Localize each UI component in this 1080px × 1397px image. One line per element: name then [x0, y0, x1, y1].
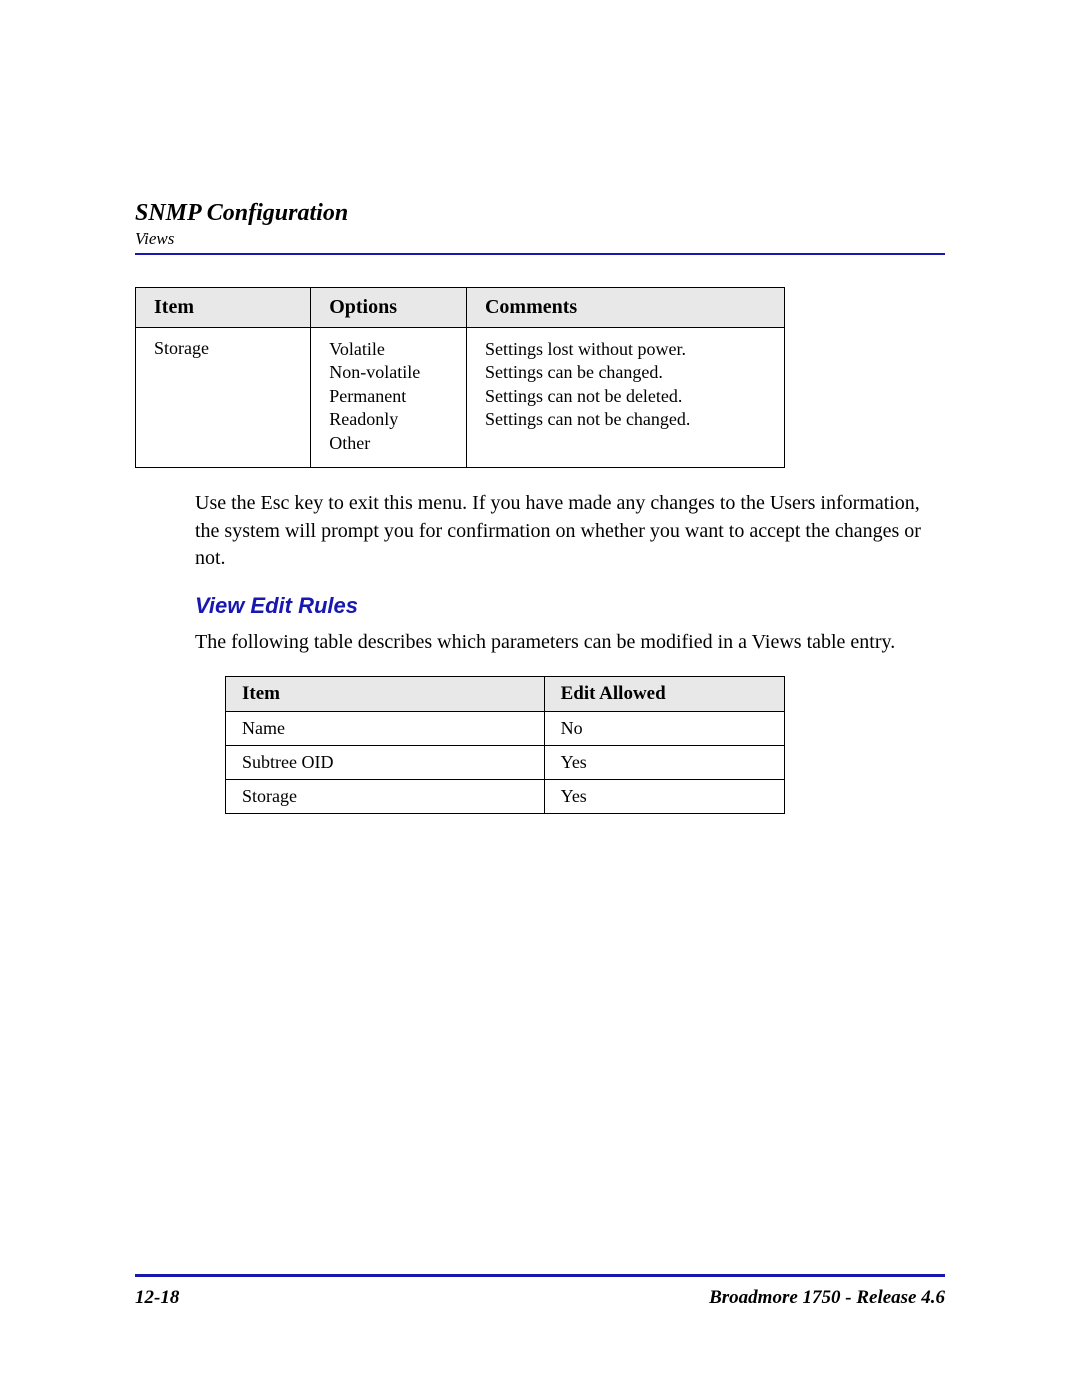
- edit-rules-table: Item Edit Allowed Name No Subtree OID Ye…: [225, 676, 785, 814]
- option-value: Volatile: [329, 338, 448, 361]
- comment-value: Settings lost without power.: [485, 338, 766, 361]
- page-footer: 12-18 Broadmore 1750 - Release 4.6: [135, 1287, 945, 1309]
- paragraph-esc-instructions: Use the Esc key to exit this menu. If yo…: [195, 490, 925, 573]
- table2-cell-edit: Yes: [544, 746, 784, 780]
- table2-cell-edit: Yes: [544, 780, 784, 814]
- table1-header-options: Options: [311, 288, 467, 328]
- table-row: Name No: [226, 712, 785, 746]
- table2-cell-item: Name: [226, 712, 545, 746]
- subsection-heading: View Edit Rules: [195, 593, 945, 619]
- table2-cell-edit: No: [544, 712, 784, 746]
- page-number: 12-18: [135, 1287, 179, 1309]
- table-row: Storage Volatile Non-volatile Permanent …: [136, 328, 785, 468]
- table2-cell-item: Subtree OID: [226, 746, 545, 780]
- comment-value: Settings can not be deleted.: [485, 385, 766, 408]
- table1-cell-comments: Settings lost without power. Settings ca…: [466, 328, 784, 468]
- option-value: Other: [329, 432, 448, 455]
- option-value: Non-volatile: [329, 361, 448, 384]
- section-title: SNMP Configuration: [135, 200, 945, 227]
- options-table: Item Options Comments Storage Volatile N…: [135, 287, 785, 468]
- subsection-label: Views: [135, 229, 945, 249]
- table-row: Subtree OID Yes: [226, 746, 785, 780]
- table2-cell-item: Storage: [226, 780, 545, 814]
- footer-rule: [135, 1274, 945, 1277]
- table1-cell-item: Storage: [136, 328, 311, 468]
- header-rule: [135, 253, 945, 255]
- option-value: Permanent: [329, 385, 448, 408]
- table2-header-item: Item: [226, 677, 545, 712]
- paragraph-table-intro: The following table describes which para…: [195, 629, 925, 657]
- table1-cell-options: Volatile Non-volatile Permanent Readonly…: [311, 328, 467, 468]
- table1-header-comments: Comments: [466, 288, 784, 328]
- table1-header-item: Item: [136, 288, 311, 328]
- table-row: Storage Yes: [226, 780, 785, 814]
- option-value: Readonly: [329, 408, 448, 431]
- document-title: Broadmore 1750 - Release 4.6: [709, 1287, 945, 1309]
- table2-header-edit: Edit Allowed: [544, 677, 784, 712]
- comment-value: Settings can be changed.: [485, 361, 766, 384]
- comment-value: Settings can not be changed.: [485, 408, 766, 431]
